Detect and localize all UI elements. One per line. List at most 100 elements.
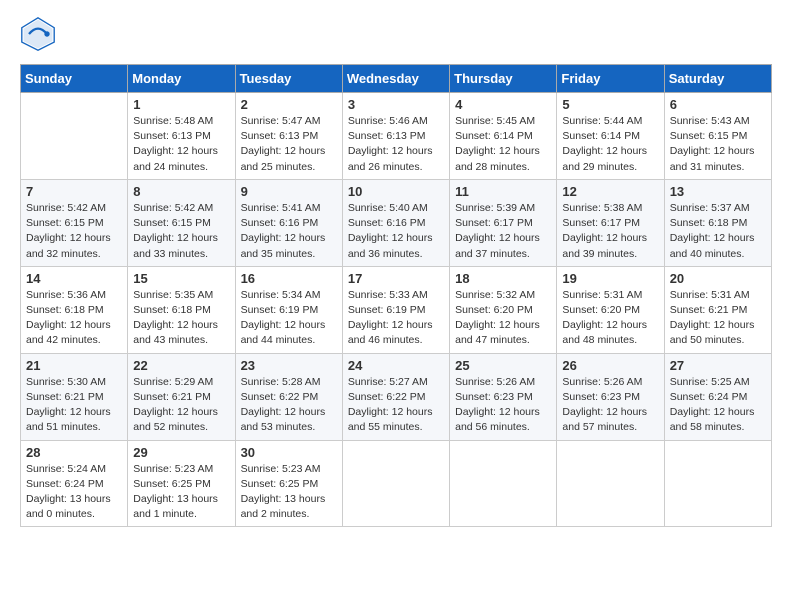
- day-cell: 1Sunrise: 5:48 AM Sunset: 6:13 PM Daylig…: [128, 93, 235, 180]
- day-number: 15: [133, 271, 229, 286]
- week-row-4: 21 Sunrise: 5:30 AM Sunset: 6:21 PM Dayli…: [21, 353, 772, 440]
- page-container: SundayMondayTuesdayWednesdayThursdayFrid…: [0, 0, 792, 543]
- day-cell: 10 Sunrise: 5:40 AM Sunset: 6:16 PM Dayli…: [342, 179, 449, 266]
- day-number: 2: [241, 97, 337, 112]
- day-number: 8: [133, 184, 229, 199]
- day-cell: [557, 440, 664, 527]
- day-number: 10: [348, 184, 444, 199]
- day-cell: 28 Sunrise: 5:24 AM Sunset: 6:24 PM Dayli…: [21, 440, 128, 527]
- day-info: Sunrise: 5:26 AM Sunset: 6:23 PM Dayligh…: [562, 375, 658, 436]
- day-cell: 4 Sunrise: 5:45 AM Sunset: 6:14 PM Daylig…: [450, 93, 557, 180]
- header-cell-wednesday: Wednesday: [342, 65, 449, 93]
- day-cell: 20Sunrise: 5:31 AM Sunset: 6:21 PM Dayli…: [664, 266, 771, 353]
- week-row-3: 14Sunrise: 5:36 AM Sunset: 6:18 PM Dayli…: [21, 266, 772, 353]
- day-info: Sunrise: 5:40 AM Sunset: 6:16 PM Dayligh…: [348, 201, 444, 262]
- day-info: Sunrise: 5:34 AM Sunset: 6:19 PM Dayligh…: [241, 288, 337, 349]
- day-info: Sunrise: 5:36 AM Sunset: 6:18 PM Dayligh…: [26, 288, 122, 349]
- day-number: 1: [133, 97, 229, 112]
- day-cell: [21, 93, 128, 180]
- header-cell-thursday: Thursday: [450, 65, 557, 93]
- day-info: Sunrise: 5:23 AM Sunset: 6:25 PM Dayligh…: [133, 462, 229, 523]
- logo: [20, 16, 62, 52]
- day-cell: 14Sunrise: 5:36 AM Sunset: 6:18 PM Dayli…: [21, 266, 128, 353]
- day-number: 27: [670, 358, 766, 373]
- day-info: Sunrise: 5:42 AM Sunset: 6:15 PM Dayligh…: [26, 201, 122, 262]
- day-cell: 30 Sunrise: 5:23 AM Sunset: 6:25 PM Dayli…: [235, 440, 342, 527]
- day-number: 5: [562, 97, 658, 112]
- day-number: 22: [133, 358, 229, 373]
- day-info: Sunrise: 5:38 AM Sunset: 6:17 PM Dayligh…: [562, 201, 658, 262]
- day-cell: 7 Sunrise: 5:42 AM Sunset: 6:15 PM Daylig…: [21, 179, 128, 266]
- day-info: Sunrise: 5:32 AM Sunset: 6:20 PM Dayligh…: [455, 288, 551, 349]
- day-number: 30: [241, 445, 337, 460]
- day-number: 16: [241, 271, 337, 286]
- day-cell: 21 Sunrise: 5:30 AM Sunset: 6:21 PM Dayli…: [21, 353, 128, 440]
- day-number: 29: [133, 445, 229, 460]
- day-cell: 15 Sunrise: 5:35 AM Sunset: 6:18 PM Dayli…: [128, 266, 235, 353]
- day-info: Sunrise: 5:33 AM Sunset: 6:19 PM Dayligh…: [348, 288, 444, 349]
- day-cell: 11 Sunrise: 5:39 AM Sunset: 6:17 PM Dayli…: [450, 179, 557, 266]
- week-row-5: 28 Sunrise: 5:24 AM Sunset: 6:24 PM Dayli…: [21, 440, 772, 527]
- day-number: 11: [455, 184, 551, 199]
- day-info: Sunrise: 5:24 AM Sunset: 6:24 PM Dayligh…: [26, 462, 122, 523]
- day-number: 17: [348, 271, 444, 286]
- day-number: 21: [26, 358, 122, 373]
- day-cell: 27 Sunrise: 5:25 AM Sunset: 6:24 PM Dayli…: [664, 353, 771, 440]
- day-info: Sunrise: 5:35 AM Sunset: 6:18 PM Dayligh…: [133, 288, 229, 349]
- day-cell: 6 Sunrise: 5:43 AM Sunset: 6:15 PM Daylig…: [664, 93, 771, 180]
- day-cell: 5 Sunrise: 5:44 AM Sunset: 6:14 PM Daylig…: [557, 93, 664, 180]
- day-info: Sunrise: 5:43 AM Sunset: 6:15 PM Dayligh…: [670, 114, 766, 175]
- logo-icon: [20, 16, 56, 52]
- day-info: Sunrise: 5:23 AM Sunset: 6:25 PM Dayligh…: [241, 462, 337, 523]
- day-number: 24: [348, 358, 444, 373]
- day-info: Sunrise: 5:25 AM Sunset: 6:24 PM Dayligh…: [670, 375, 766, 436]
- day-cell: 17 Sunrise: 5:33 AM Sunset: 6:19 PM Dayli…: [342, 266, 449, 353]
- day-info: Sunrise: 5:45 AM Sunset: 6:14 PM Dayligh…: [455, 114, 551, 175]
- day-number: 3: [348, 97, 444, 112]
- day-number: 20: [670, 271, 766, 286]
- day-cell: 24Sunrise: 5:27 AM Sunset: 6:22 PM Dayli…: [342, 353, 449, 440]
- day-number: 12: [562, 184, 658, 199]
- day-cell: 16 Sunrise: 5:34 AM Sunset: 6:19 PM Dayli…: [235, 266, 342, 353]
- day-number: 4: [455, 97, 551, 112]
- day-cell: 23 Sunrise: 5:28 AM Sunset: 6:22 PM Dayli…: [235, 353, 342, 440]
- day-cell: 18 Sunrise: 5:32 AM Sunset: 6:20 PM Dayli…: [450, 266, 557, 353]
- day-number: 7: [26, 184, 122, 199]
- day-info: Sunrise: 5:31 AM Sunset: 6:20 PM Dayligh…: [562, 288, 658, 349]
- header-row: SundayMondayTuesdayWednesdayThursdayFrid…: [21, 65, 772, 93]
- day-cell: 8 Sunrise: 5:42 AM Sunset: 6:15 PM Daylig…: [128, 179, 235, 266]
- day-number: 26: [562, 358, 658, 373]
- header-cell-friday: Friday: [557, 65, 664, 93]
- day-cell: 25Sunrise: 5:26 AM Sunset: 6:23 PM Dayli…: [450, 353, 557, 440]
- day-info: Sunrise: 5:29 AM Sunset: 6:21 PM Dayligh…: [133, 375, 229, 436]
- day-number: 25: [455, 358, 551, 373]
- header-cell-monday: Monday: [128, 65, 235, 93]
- day-number: 19: [562, 271, 658, 286]
- day-cell: 12 Sunrise: 5:38 AM Sunset: 6:17 PM Dayli…: [557, 179, 664, 266]
- day-info: Sunrise: 5:46 AM Sunset: 6:13 PM Dayligh…: [348, 114, 444, 175]
- day-cell: 29 Sunrise: 5:23 AM Sunset: 6:25 PM Dayli…: [128, 440, 235, 527]
- day-number: 18: [455, 271, 551, 286]
- day-cell: 26 Sunrise: 5:26 AM Sunset: 6:23 PM Dayli…: [557, 353, 664, 440]
- day-number: 9: [241, 184, 337, 199]
- week-row-1: 1Sunrise: 5:48 AM Sunset: 6:13 PM Daylig…: [21, 93, 772, 180]
- day-number: 23: [241, 358, 337, 373]
- day-info: Sunrise: 5:44 AM Sunset: 6:14 PM Dayligh…: [562, 114, 658, 175]
- day-cell: 22 Sunrise: 5:29 AM Sunset: 6:21 PM Dayli…: [128, 353, 235, 440]
- day-number: 13: [670, 184, 766, 199]
- header-cell-tuesday: Tuesday: [235, 65, 342, 93]
- day-cell: 9 Sunrise: 5:41 AM Sunset: 6:16 PM Daylig…: [235, 179, 342, 266]
- day-number: 6: [670, 97, 766, 112]
- day-number: 28: [26, 445, 122, 460]
- day-info: Sunrise: 5:28 AM Sunset: 6:22 PM Dayligh…: [241, 375, 337, 436]
- day-info: Sunrise: 5:41 AM Sunset: 6:16 PM Dayligh…: [241, 201, 337, 262]
- day-info: Sunrise: 5:39 AM Sunset: 6:17 PM Dayligh…: [455, 201, 551, 262]
- day-info: Sunrise: 5:30 AM Sunset: 6:21 PM Dayligh…: [26, 375, 122, 436]
- day-cell: 2Sunrise: 5:47 AM Sunset: 6:13 PM Daylig…: [235, 93, 342, 180]
- day-cell: 13Sunrise: 5:37 AM Sunset: 6:18 PM Dayli…: [664, 179, 771, 266]
- header: [20, 16, 772, 52]
- week-row-2: 7 Sunrise: 5:42 AM Sunset: 6:15 PM Daylig…: [21, 179, 772, 266]
- day-cell: 19 Sunrise: 5:31 AM Sunset: 6:20 PM Dayli…: [557, 266, 664, 353]
- day-cell: [664, 440, 771, 527]
- day-info: Sunrise: 5:42 AM Sunset: 6:15 PM Dayligh…: [133, 201, 229, 262]
